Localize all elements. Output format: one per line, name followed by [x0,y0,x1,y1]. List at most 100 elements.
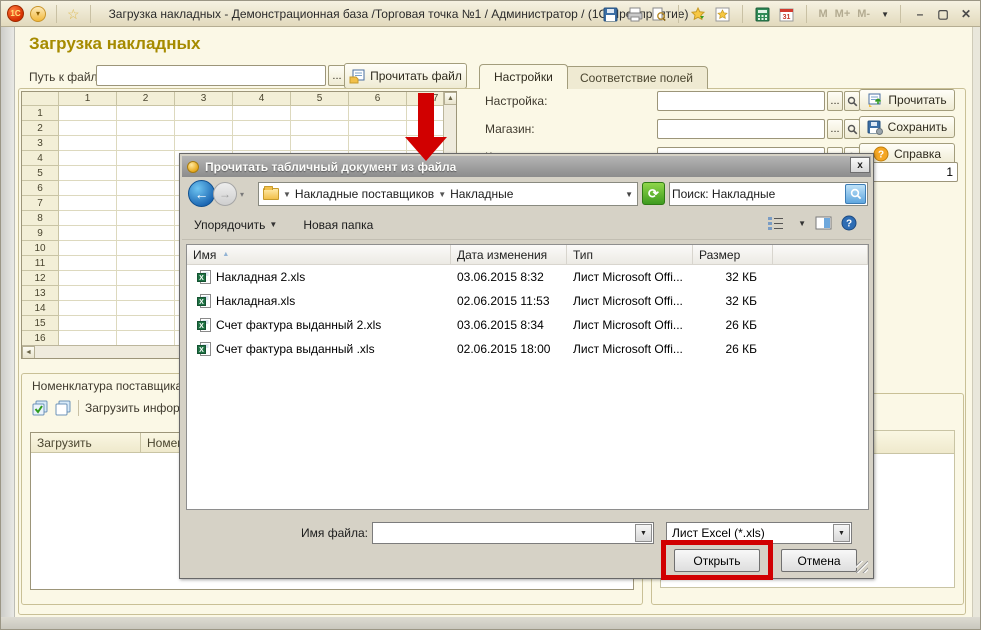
scroll-left-icon[interactable]: ◄ [22,346,35,359]
grid-cell[interactable] [291,106,349,121]
grid-cell[interactable] [59,241,117,256]
grid-cell[interactable] [117,226,175,241]
tab-Соответствие полей[interactable]: Соответствие полей [565,66,708,89]
field-input[interactable] [657,119,825,139]
grid-column-header[interactable]: 6 [349,92,407,106]
grid-column-header[interactable]: 3 [175,92,233,106]
grid-row-header[interactable]: 8 [22,211,59,226]
search-input[interactable] [672,185,842,203]
grid-cell[interactable] [59,331,117,346]
field-input[interactable] [657,91,825,111]
save-settings-button[interactable]: Сохранить [859,116,955,138]
file-row[interactable]: XНакладная.xls02.06.2015 11:53Лист Micro… [187,289,868,313]
favorites-list-icon[interactable] [714,6,731,23]
breadcrumb-dropdown-icon[interactable]: ▼ [625,190,633,199]
grid-cell[interactable] [117,256,175,271]
grid-row-header[interactable]: 6 [22,181,59,196]
grid-cell[interactable] [117,106,175,121]
field-browse-button[interactable]: ... [827,91,843,111]
grid-cell[interactable] [117,121,175,136]
grid-column-header[interactable]: 4 [233,92,291,106]
read-file-button[interactable]: Прочитать файл [344,63,467,89]
chevron-down-icon[interactable]: ▼ [283,190,291,199]
grid-cell[interactable] [59,151,117,166]
print-icon[interactable] [626,6,643,23]
back-button[interactable]: ← [188,180,215,207]
field-lookup-button[interactable] [844,119,860,139]
grid-row-header[interactable]: 14 [22,301,59,316]
main-menu-button[interactable]: ▾ [30,6,46,22]
read-settings-button[interactable]: Прочитать [859,89,955,111]
grid-row-header[interactable]: 1 [22,106,59,121]
grid-row-header[interactable]: 15 [22,316,59,331]
grid-cell[interactable] [233,136,291,151]
breadcrumb-item-current[interactable]: Накладные [450,187,513,201]
grid-row-header[interactable]: 7 [22,196,59,211]
grid-row-header[interactable]: 13 [22,286,59,301]
view-mode-caret-icon[interactable]: ▼ [798,219,806,228]
file-column-header-4[interactable]: Размер [693,245,773,265]
grid-cell[interactable] [349,136,407,151]
grid-cell[interactable] [175,136,233,151]
open-button[interactable]: Открыть [674,549,760,572]
scroll-up-icon[interactable]: ▲ [444,92,457,105]
grid-cell[interactable] [175,106,233,121]
calendar-icon[interactable]: 31 [778,6,795,23]
organize-menu[interactable]: Упорядочить [194,218,265,232]
file-column-header-2[interactable]: Дата изменения [451,245,567,265]
grid-row-header[interactable]: 16 [22,331,59,346]
tab-Настройки[interactable]: Настройки [479,64,568,89]
file-row[interactable]: XНакладная 2.xls03.06.2015 8:32Лист Micr… [187,265,868,289]
grid-column-header[interactable]: 1 [59,92,117,106]
grid-cell[interactable] [59,316,117,331]
grid-row-header[interactable]: 5 [22,166,59,181]
grid-cell[interactable] [117,211,175,226]
view-mode-icon[interactable] [767,216,785,230]
cancel-button[interactable]: Отмена [781,549,857,572]
grid-row-header[interactable]: 12 [22,271,59,286]
caret-down-icon[interactable]: ▼ [881,10,889,19]
grid-cell[interactable] [117,181,175,196]
file-column-header-1[interactable]: Имя▲ [187,245,451,265]
grid-cell[interactable] [59,271,117,286]
field-browse-button[interactable]: ... [827,119,843,139]
grid-cell[interactable] [291,121,349,136]
grid-cell[interactable] [349,106,407,121]
chevron-down-icon[interactable]: ▼ [438,190,446,199]
file-column-header-3[interactable]: Тип [567,245,693,265]
combo-dropdown-icon[interactable]: ▼ [833,524,850,542]
grid-cell[interactable] [117,286,175,301]
grid-cell[interactable] [59,181,117,196]
combo-dropdown-icon[interactable]: ▼ [635,524,652,542]
breadcrumb[interactable]: ▼ Накладные поставщиков ▼ Накладные ▼ [258,182,638,206]
grid-cell[interactable] [117,301,175,316]
resize-grip[interactable] [856,561,868,573]
grid-cell[interactable] [59,226,117,241]
maximize-button[interactable]: ▢ [935,7,951,21]
grid-cell[interactable] [117,196,175,211]
grid-cell[interactable] [349,121,407,136]
grid-cell[interactable] [117,271,175,286]
column-header-load[interactable]: Загрузить [31,433,141,453]
grid-column-header[interactable]: 5 [291,92,349,106]
grid-cell[interactable] [59,136,117,151]
filename-combo[interactable]: ▼ [372,522,654,544]
grid-row-header[interactable]: 9 [22,226,59,241]
minimize-button[interactable]: – [912,7,928,21]
grid-row-header[interactable]: 4 [22,151,59,166]
file-row[interactable]: XСчет фактура выданный .xls02.06.2015 18… [187,337,868,361]
load-info-button[interactable]: Загрузить информ [85,401,188,415]
field-lookup-button[interactable] [844,91,860,111]
grid-cell[interactable] [291,136,349,151]
grid-cell[interactable] [117,331,175,346]
grid-cell[interactable] [59,196,117,211]
file-list[interactable]: Имя▲Дата измененияТипРазмер XНакладная 2… [186,244,869,510]
refresh-button[interactable]: ⟳ [642,182,665,205]
grid-cell[interactable] [117,151,175,166]
grid-cell[interactable] [117,241,175,256]
check-all-icon[interactable] [32,400,49,416]
preview-pane-icon[interactable] [815,216,832,230]
grid-cell[interactable] [117,316,175,331]
dialog-titlebar[interactable]: Прочитать табличный документ из файла [182,156,871,177]
header-row-number-field[interactable] [871,162,958,182]
